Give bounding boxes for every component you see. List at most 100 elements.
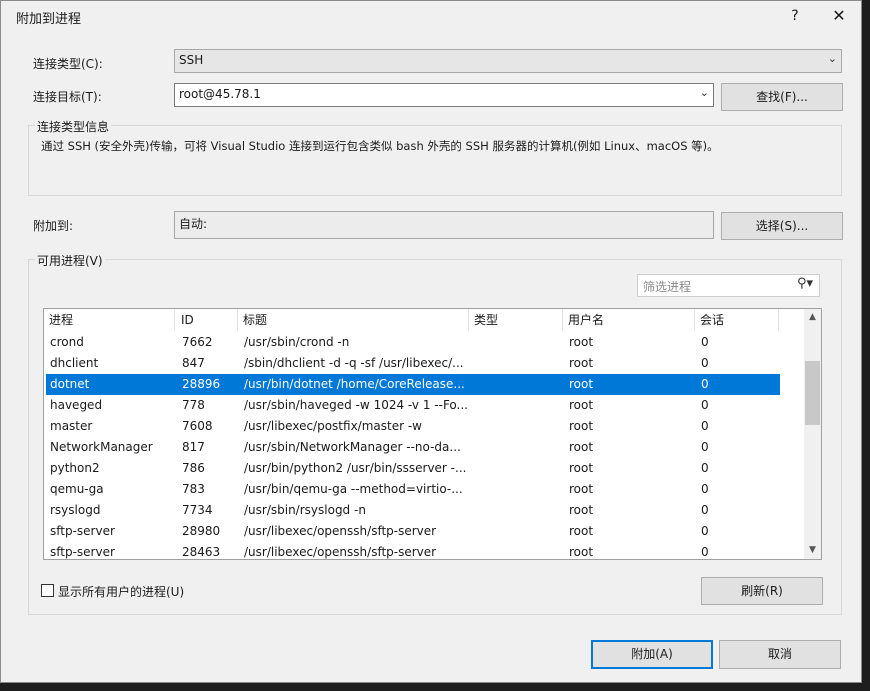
cell-process-user: root [569, 377, 594, 391]
connection-target-value: root@45.78.1 [179, 87, 261, 101]
cell-process-id: 817 [182, 440, 205, 454]
close-icon[interactable]: ✕ [825, 5, 853, 27]
connection-target-combobox[interactable]: root@45.78.1 ⌄ [174, 83, 714, 107]
filter-processes-input[interactable]: 筛选进程 ⚲▾ [637, 274, 820, 297]
scroll-up-icon[interactable]: ▲ [804, 309, 821, 326]
cell-process-id: 7608 [182, 419, 213, 433]
title-bar: 附加到进程 ? ✕ [1, 1, 861, 31]
connection-info-text: 通过 SSH (安全外壳)传输，可将 Visual Studio 连接到运行包含… [41, 139, 719, 153]
cell-process-id: 783 [182, 482, 205, 496]
column-header-title[interactable]: 标题 [238, 309, 469, 331]
cell-process-type [475, 374, 565, 395]
cell-process-id: 7734 [182, 503, 213, 517]
table-row[interactable]: qemu-ga 783/usr/bin/qemu-ga --method=virt… [46, 479, 780, 500]
cell-process-title: /usr/sbin/rsyslogd -n [244, 503, 366, 517]
cell-process-id: 7662 [182, 335, 213, 349]
cell-process-user: root [569, 398, 594, 412]
cancel-button[interactable]: 取消 [719, 640, 841, 669]
dialog-title: 附加到进程 [16, 12, 82, 27]
find-button[interactable]: 查找(F)... [721, 83, 843, 111]
help-icon[interactable]: ? [785, 5, 805, 27]
connection-info-title: 连接类型信息 [35, 118, 112, 135]
cell-process-id: 847 [182, 356, 205, 370]
cell-process-title: /usr/sbin/NetworkManager --no-da... [244, 440, 461, 454]
column-header-type[interactable]: 类型 [469, 309, 563, 331]
cell-process-title: /usr/sbin/haveged -w 1024 -v 1 --Fo... [244, 398, 468, 412]
cell-process-session: 0 [701, 545, 709, 559]
show-all-users-checkbox[interactable] [41, 584, 54, 597]
cell-process-session: 0 [701, 440, 709, 454]
cell-process-type [475, 458, 565, 479]
cell-process-type [475, 500, 565, 521]
cell-process-session: 0 [701, 398, 709, 412]
cell-process-name: rsyslogd [50, 503, 101, 517]
connection-type-label: 连接类型(C): [33, 57, 103, 71]
vertical-scrollbar[interactable]: ▲ ▼ [804, 309, 821, 559]
process-table[interactable]: 进程 ID 标题 类型 用户名 会话 crond 7662/usr/sbin/cr… [43, 308, 822, 560]
cell-process-user: root [569, 503, 594, 517]
cell-process-type [475, 395, 565, 416]
cell-process-user: root [569, 335, 594, 349]
column-header-process[interactable]: 进程 [44, 309, 175, 331]
cell-process-id: 28980 [182, 524, 221, 538]
table-row[interactable]: dotnet 28896/usr/bin/dotnet /home/CoreRel… [45, 373, 781, 396]
cell-process-session: 0 [701, 482, 709, 496]
select-code-type-button[interactable]: 选择(S)... [721, 212, 843, 240]
cell-process-name: dotnet [50, 377, 90, 391]
cell-process-id: 778 [182, 398, 205, 412]
cell-process-title: /usr/bin/python2 /usr/bin/ssserver -... [244, 461, 467, 475]
search-icon[interactable]: ⚲▾ [797, 276, 813, 291]
column-header-username[interactable]: 用户名 [563, 309, 695, 331]
cell-process-session: 0 [701, 524, 709, 538]
table-row[interactable]: haveged 778/usr/sbin/haveged -w 1024 -v 1… [46, 395, 780, 416]
scrollbar-thumb[interactable] [805, 361, 820, 425]
table-row[interactable]: sftp-server 28463/usr/libexec/openssh/sft… [46, 542, 780, 559]
cell-process-session: 0 [701, 503, 709, 517]
connection-target-label: 连接目标(T): [33, 90, 102, 104]
cell-process-name: NetworkManager [50, 440, 153, 454]
refresh-button[interactable]: 刷新(R) [701, 577, 823, 605]
attach-to-value: 自动: [179, 217, 208, 231]
cell-process-session: 0 [701, 335, 709, 349]
scroll-down-icon[interactable]: ▼ [804, 542, 821, 559]
cell-process-type [475, 416, 565, 437]
show-all-users-label[interactable]: 显示所有用户的进程(U) [58, 583, 184, 600]
filter-placeholder: 筛选进程 [643, 280, 692, 294]
cell-process-user: root [569, 356, 594, 370]
cell-process-id: 28896 [182, 377, 221, 391]
cell-process-user: root [569, 545, 594, 559]
cell-process-type [475, 437, 565, 458]
cell-process-user: root [569, 524, 594, 538]
cell-process-title: /usr/bin/dotnet /home/CoreRelease... [244, 377, 465, 391]
chevron-down-icon: ⌄ [827, 52, 837, 65]
process-table-header: 进程 ID 标题 类型 用户名 会话 [44, 309, 804, 331]
table-row[interactable]: crond 7662/usr/sbin/crond -n root 0 [46, 332, 780, 353]
cell-process-session: 0 [701, 377, 709, 391]
cell-process-type [475, 521, 565, 542]
cell-process-session: 0 [701, 356, 709, 370]
table-row[interactable]: python2 786/usr/bin/python2 /usr/bin/ssse… [46, 458, 780, 479]
cell-process-name: qemu-ga [50, 482, 104, 496]
table-row[interactable]: sftp-server 28980/usr/libexec/openssh/sft… [46, 521, 780, 542]
attach-to-field: 自动: [174, 211, 714, 239]
connection-type-value: SSH [179, 53, 204, 67]
cell-process-title: /usr/libexec/openssh/sftp-server [244, 545, 437, 559]
table-row[interactable]: NetworkManager 817/usr/sbin/NetworkManage… [46, 437, 780, 458]
cell-process-type [475, 542, 565, 559]
table-row[interactable]: rsyslogd 7734/usr/sbin/rsyslogd -n root 0 [46, 500, 780, 521]
cell-process-name: sftp-server [50, 545, 115, 559]
column-header-session[interactable]: 会话 [695, 309, 779, 331]
cell-process-name: master [50, 419, 93, 433]
column-header-id[interactable]: ID [176, 309, 238, 331]
cell-process-title: /usr/libexec/postfix/master -w [244, 419, 422, 433]
attach-button[interactable]: 附加(A) [591, 640, 713, 669]
cell-process-name: sftp-server [50, 524, 115, 538]
connection-type-dropdown[interactable]: SSH ⌄ [174, 49, 842, 73]
cell-process-title: /sbin/dhclient -d -q -sf /usr/libexec/..… [244, 356, 464, 370]
connection-info-group [28, 125, 842, 196]
table-row[interactable]: master 7608/usr/libexec/postfix/master -w… [46, 416, 780, 437]
cell-process-type [475, 353, 565, 374]
cell-process-id: 786 [182, 461, 205, 475]
table-row[interactable]: dhclient 847/sbin/dhclient -d -q -sf /usr… [46, 353, 780, 374]
cell-process-user: root [569, 440, 594, 454]
